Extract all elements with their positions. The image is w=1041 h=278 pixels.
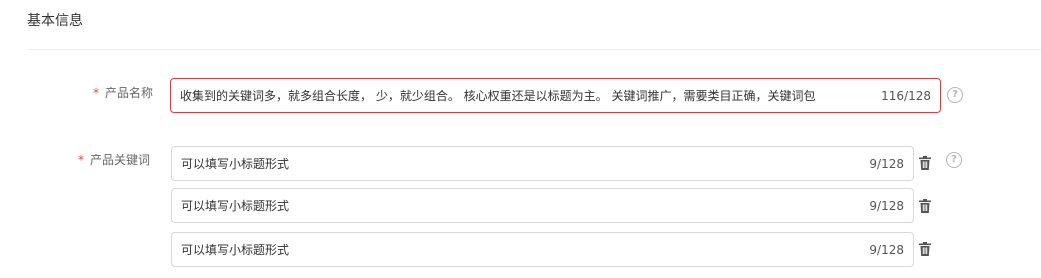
keyword-input-2[interactable]: 可以填写小标题形式 9/128 — [171, 188, 914, 223]
keyword-value[interactable]: 可以填写小标题形式 — [172, 156, 863, 172]
keyword-counter: 9/128 — [869, 198, 904, 213]
trash-icon[interactable] — [919, 242, 931, 256]
keyword-value[interactable]: 可以填写小标题形式 — [172, 198, 863, 214]
keyword-input-1[interactable]: 可以填写小标题形式 9/128 — [171, 146, 914, 181]
product-name-counter: 116/128 — [881, 88, 931, 103]
keyword-counter: 9/128 — [869, 156, 904, 171]
product-keywords-label-text: 产品关键词 — [90, 153, 151, 167]
keyword-counter: 9/128 — [869, 242, 904, 257]
product-name-label: * 产品名称 — [93, 84, 153, 102]
section-title: 基本信息 — [27, 13, 83, 29]
question-circle-icon[interactable]: ? — [947, 87, 963, 103]
keyword-input-3[interactable]: 可以填写小标题形式 9/128 — [171, 232, 914, 267]
product-name-input[interactable]: 收集到的关键词多，就多组合长度， 少，就少组合。 核心权重还是以标题为主。 关键… — [170, 78, 941, 113]
section-divider — [27, 49, 1041, 50]
required-mark: * — [93, 86, 99, 100]
keyword-value[interactable]: 可以填写小标题形式 — [172, 242, 863, 258]
trash-icon[interactable] — [919, 199, 931, 213]
question-circle-icon[interactable]: ? — [946, 152, 962, 168]
product-name-value[interactable]: 收集到的关键词多，就多组合长度， 少，就少组合。 核心权重还是以标题为主。 关键… — [171, 88, 875, 104]
required-mark: * — [78, 153, 84, 167]
product-name-label-text: 产品名称 — [105, 86, 154, 100]
product-keywords-label: * 产品关键词 — [78, 151, 150, 169]
trash-icon[interactable] — [919, 156, 931, 170]
